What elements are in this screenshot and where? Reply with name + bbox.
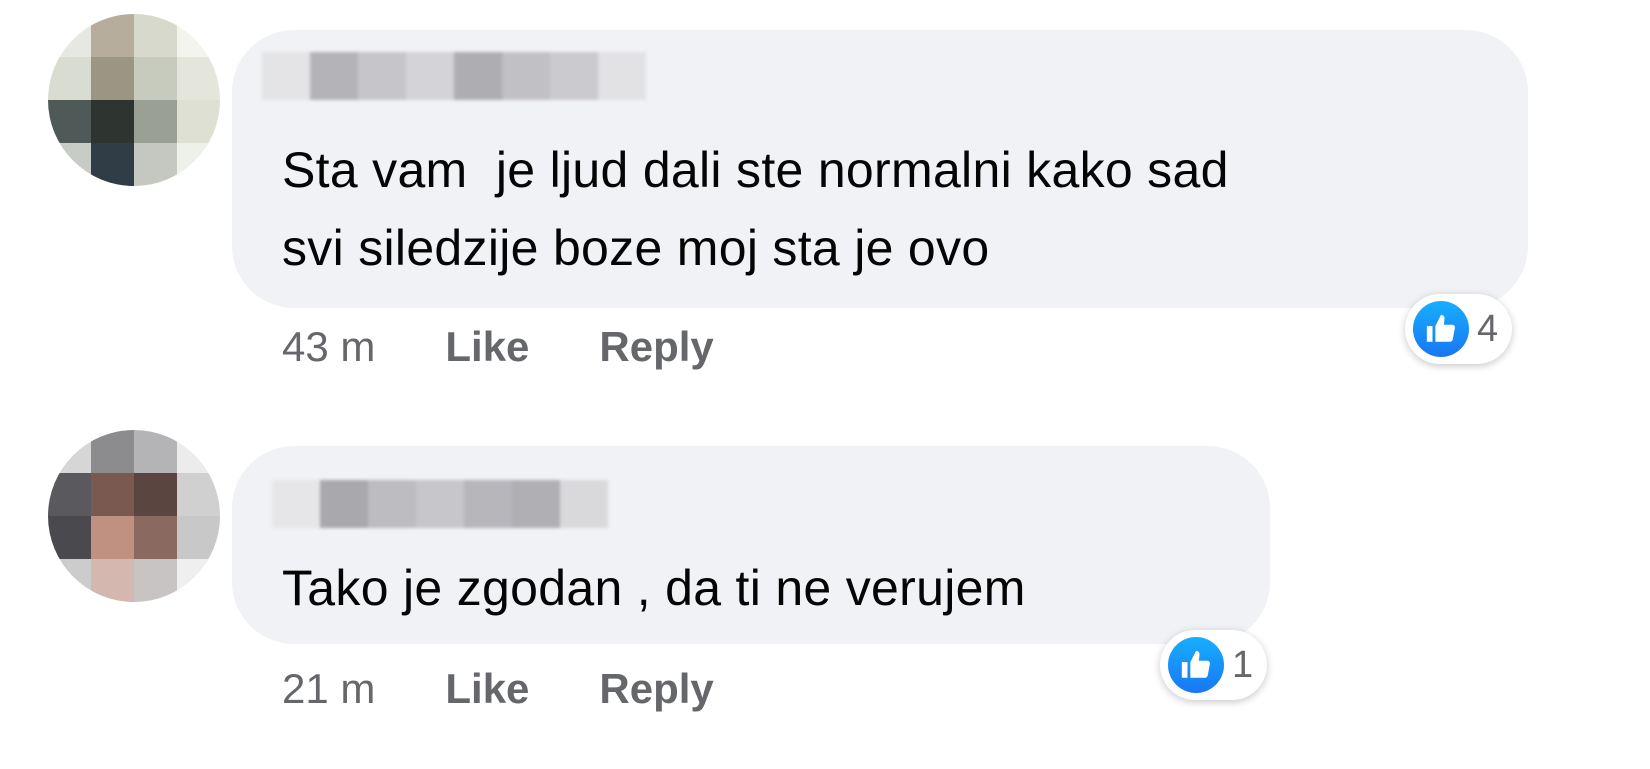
comment-actions: 21 m Like Reply <box>282 664 784 714</box>
comment-timestamp[interactable]: 21 m <box>282 665 375 713</box>
thumbs-up-icon <box>1413 301 1469 357</box>
thumbs-up-icon <box>1168 637 1224 693</box>
reaction-count: 4 <box>1477 307 1499 350</box>
reaction-count: 1 <box>1232 643 1254 686</box>
like-button[interactable]: Like <box>445 323 529 371</box>
comment-text-line-1: Tako je zgodan , da ti ne verujem <box>282 560 1026 616</box>
reaction-badge[interactable]: 4 <box>1405 294 1513 364</box>
comment-bubble: Sta vam je ljud dali ste normalni kako s… <box>232 30 1528 308</box>
like-button[interactable]: Like <box>445 665 529 713</box>
reaction-badge[interactable]: 1 <box>1160 630 1268 700</box>
avatar[interactable] <box>48 430 220 602</box>
avatar[interactable] <box>48 14 220 186</box>
reply-button[interactable]: Reply <box>599 323 713 371</box>
comment-bubble: Tako je zgodan , da ti ne verujem <box>232 446 1270 644</box>
comment-timestamp[interactable]: 43 m <box>282 323 375 371</box>
blurred-author-name[interactable] <box>272 480 608 528</box>
blurred-author-name[interactable] <box>262 52 646 100</box>
comment-actions: 43 m Like Reply <box>282 322 784 372</box>
reply-button[interactable]: Reply <box>599 665 713 713</box>
comment-text-line-1: Sta vam je ljud dali ste normalni kako s… <box>282 142 1229 198</box>
comment-text-line-2: svi siledzije boze moj sta je ovo <box>282 220 990 276</box>
